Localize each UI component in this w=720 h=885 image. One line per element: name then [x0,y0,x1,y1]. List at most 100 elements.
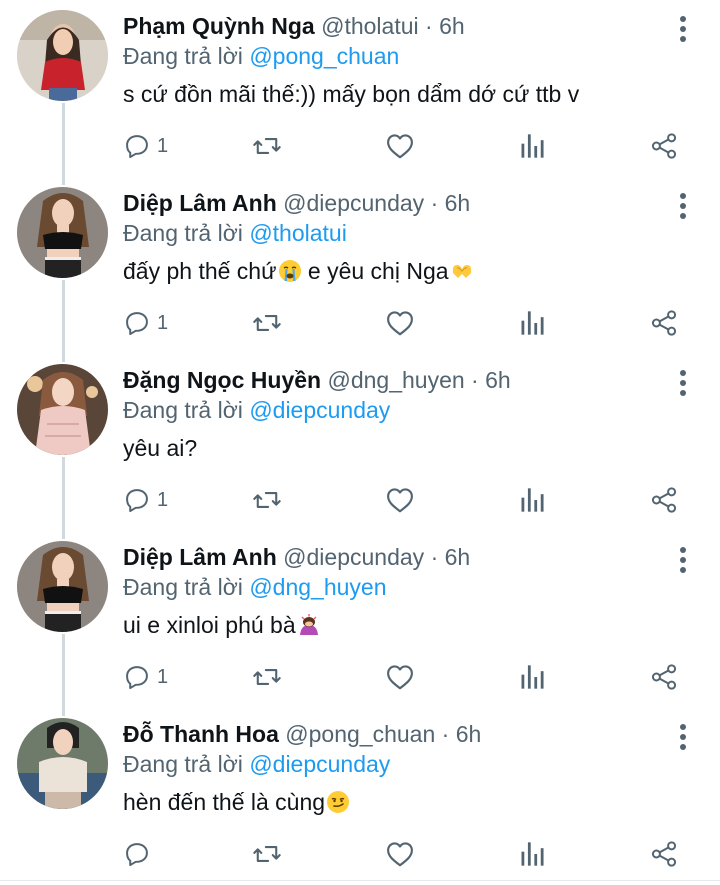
share-icon [651,841,677,867]
mention-link[interactable]: @dng_huyen [249,574,386,600]
share-icon [651,487,677,513]
analytics-button[interactable] [519,659,545,695]
reply-button[interactable]: 1 [123,482,168,518]
reply-icon [126,135,148,159]
like-button[interactable] [385,659,415,695]
replying-to: Đang trả lời @dng_huyen [123,572,387,602]
handle[interactable]: @dng_huyen [327,367,464,393]
timestamp[interactable]: 6h [439,13,465,39]
tweet-text: s cứ đồn mãi thế:)) mấy bọn dẩm dớ cứ tt… [123,79,579,109]
display-name[interactable]: Đặng Ngọc Huyền [123,367,321,393]
tweet-header: Diệp Lâm Anh @diepcunday · 6h [123,188,660,218]
avatar[interactable] [17,364,108,455]
more-options-icon[interactable] [670,368,696,398]
tweet[interactable]: Diệp Lâm Anh @diepcunday · 6h Đang trả l… [0,531,720,708]
smirking-face-icon [327,791,350,813]
handle[interactable]: @diepcunday [283,544,424,570]
heart-icon [387,488,413,513]
mention-link[interactable]: @tholatui [249,220,347,246]
retweet-button[interactable] [252,659,282,695]
reply-button[interactable]: 1 [123,128,168,164]
reply-button[interactable]: 1 [123,659,168,695]
action-bar: 1 [0,305,720,341]
share-button[interactable] [650,836,678,872]
analytics-button[interactable] [519,128,545,164]
tweet-text: ui e xinloi phú bà [123,610,321,640]
tweet-text-content: yêu ai? [123,435,198,461]
tweet-text-content: đấy ph thế chứ [123,258,277,284]
tweet-text: đấy ph thế chứ e yêu chị Nga [123,256,474,286]
display-name[interactable]: Phạm Quỳnh Nga [123,13,315,39]
reply-button[interactable]: 1 [123,305,168,341]
heart-icon [387,842,413,867]
heart-hands-icon [452,265,471,278]
more-options-icon[interactable] [670,191,696,221]
avatar[interactable] [17,718,108,809]
mention-link[interactable]: @pong_chuan [249,43,399,69]
crying-face-icon [278,260,301,282]
retweet-icon [253,846,281,862]
timestamp[interactable]: 6h [445,190,471,216]
share-icon [651,133,677,159]
reply-icon [126,489,148,513]
tweet-text: yêu ai? [123,433,197,463]
tweet-text-continued: e yêu chị Nga [301,258,449,284]
like-button[interactable] [385,128,415,164]
analytics-button[interactable] [519,482,545,518]
handle[interactable]: @pong_chuan [285,721,435,747]
separator: · [430,544,439,570]
display-name[interactable]: Diệp Lâm Anh [123,190,277,216]
retweet-button[interactable] [252,482,282,518]
timestamp[interactable]: 6h [445,544,471,570]
action-bar: 1 [0,128,720,164]
like-button[interactable] [385,482,415,518]
tweet[interactable]: Đỗ Thanh Hoa @pong_chuan · 6h Đang trả l… [0,708,720,885]
replying-to: Đang trả lời @tholatui [123,218,347,248]
share-button[interactable] [650,305,678,341]
more-options-icon[interactable] [670,545,696,575]
tweet-header: Đỗ Thanh Hoa @pong_chuan · 6h [123,719,660,749]
share-button[interactable] [650,128,678,164]
tweet-text-content: hèn đến thế là cùng [123,789,326,815]
avatar[interactable] [17,187,108,278]
retweet-button[interactable] [252,305,282,341]
avatar[interactable] [17,10,108,101]
bar-chart-icon [521,842,544,866]
timestamp[interactable]: 6h [485,367,511,393]
heart-icon [387,311,413,336]
more-options-icon[interactable] [670,14,696,44]
display-name[interactable]: Đỗ Thanh Hoa [123,721,279,747]
more-options-icon[interactable] [670,722,696,752]
bowing-woman-icon [299,614,318,635]
heart-icon [387,665,413,690]
handle[interactable]: @diepcunday [283,190,424,216]
tweet-header: Phạm Quỳnh Nga @tholatui · 6h [123,11,660,41]
like-button[interactable] [385,836,415,872]
retweet-button[interactable] [252,836,282,872]
replying-prefix: Đang trả lời [123,751,243,777]
tweet-header: Diệp Lâm Anh @diepcunday · 6h [123,542,660,572]
analytics-button[interactable] [519,836,545,872]
tweet-text-content: s cứ đồn mãi thế:)) mấy bọn dẩm dớ cứ tt… [123,81,580,107]
reply-button[interactable] [123,836,157,872]
display-name[interactable]: Diệp Lâm Anh [123,544,277,570]
mention-link[interactable]: @diepcunday [249,751,390,777]
tweet[interactable]: Phạm Quỳnh Nga @tholatui · 6h Đang trả l… [0,0,720,177]
tweet[interactable]: Đặng Ngọc Huyền @dng_huyen · 6h Đang trả… [0,354,720,531]
share-button[interactable] [650,659,678,695]
avatar[interactable] [17,541,108,632]
like-button[interactable] [385,305,415,341]
share-button[interactable] [650,482,678,518]
replying-prefix: Đang trả lời [123,43,243,69]
handle[interactable]: @tholatui [321,13,419,39]
tweet[interactable]: Diệp Lâm Anh @diepcunday · 6h Đang trả l… [0,177,720,354]
separator: · [430,190,439,216]
mention-link[interactable]: @diepcunday [249,397,390,423]
retweet-button[interactable] [252,128,282,164]
reply-icon [126,666,148,690]
action-bar: 1 [0,659,720,695]
reply-count: 1 [157,488,169,511]
timestamp[interactable]: 6h [456,721,482,747]
retweet-icon [253,492,281,508]
analytics-button[interactable] [519,305,545,341]
